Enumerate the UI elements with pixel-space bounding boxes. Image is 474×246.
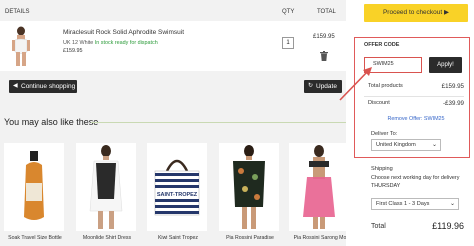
- total-products-label: Total products: [368, 83, 403, 89]
- recommendation-card[interactable]: Pia Rossini Sarong Mo: [289, 140, 349, 246]
- divider: [91, 122, 346, 123]
- total-label: Total: [371, 223, 386, 230]
- continue-shopping-label: Continue shopping: [21, 83, 76, 90]
- country-select[interactable]: United Kingdom ⌄: [371, 139, 441, 151]
- offer-code-input[interactable]: SWIM25: [364, 57, 422, 73]
- product-image[interactable]: [4, 143, 64, 231]
- checkout-label: Proceed to checkout: [382, 9, 443, 16]
- proceed-to-checkout-button[interactable]: Proceed to checkout ▶: [364, 4, 468, 22]
- update-label: Update: [316, 83, 337, 90]
- recommendation-card[interactable]: Pia Rossini Paradise: [219, 140, 279, 246]
- recommendation-caption[interactable]: Kiwi Saint Tropez: [147, 235, 209, 241]
- total-header: TOTAL: [317, 9, 336, 15]
- stock-status: In stock ready for dispatch: [94, 40, 158, 46]
- total-value: £119.96: [432, 221, 464, 231]
- shipping-method-value: First Class 1 - 3 Days: [376, 201, 430, 207]
- refresh-icon: ↻: [308, 83, 314, 89]
- product-image[interactable]: [5, 25, 37, 67]
- arrow-left-icon: ◀: [13, 83, 18, 89]
- recommendation-card[interactable]: Moonlide Shirt Dress: [76, 140, 136, 246]
- tote-print-text: SAINT-TROPEZ: [157, 192, 198, 198]
- recommendation-card[interactable]: SAINT-TROPEZ Kiwi Saint Tropez: [147, 140, 207, 246]
- recommendation-caption[interactable]: Soak Travel Size Bottle: [4, 235, 66, 241]
- recommendations-title: You may also like these: [4, 117, 99, 127]
- divider: [364, 96, 464, 97]
- recommendation-caption[interactable]: Moonlide Shirt Dress: [76, 235, 138, 241]
- cart-item-row: Miraclesuit Rock Solid Aphrodite Swimsui…: [0, 21, 346, 71]
- arrow-right-icon: ▶: [444, 9, 450, 16]
- trash-icon[interactable]: [320, 48, 328, 61]
- product-image[interactable]: SAINT-TROPEZ: [147, 143, 207, 231]
- chevron-down-icon: ⌄: [431, 142, 437, 148]
- product-size-colour: UK 12 White: [63, 40, 94, 46]
- discount-value: -£39.99: [443, 100, 464, 107]
- product-image[interactable]: [289, 143, 349, 231]
- shipping-method-select[interactable]: First Class 1 - 3 Days ⌄: [371, 198, 459, 210]
- order-summary-panel: Proceed to checkout ▶ OFFER CODE SWIM25 …: [346, 0, 474, 246]
- recommendation-card[interactable]: Soak Travel Size Bottle: [4, 140, 64, 246]
- discount-row: Discount -£39.99: [368, 100, 464, 107]
- discount-label: Discount: [368, 100, 390, 106]
- continue-shopping-button[interactable]: ◀ Continue shopping: [9, 80, 77, 93]
- country-value: United Kingdom: [376, 142, 416, 148]
- shipping-note: Choose next working day for delivery THU…: [371, 175, 460, 189]
- apply-button[interactable]: Apply!: [429, 57, 462, 73]
- product-meta: UK 12 White In stock ready for dispatch: [63, 40, 158, 46]
- recommendation-caption[interactable]: Pia Rossini Sarong Mo: [289, 235, 351, 241]
- total-products-value: £159.95: [441, 83, 464, 90]
- total-products-row: Total products £159.95: [368, 83, 464, 90]
- shipping-label: Shipping: [371, 166, 393, 172]
- qty-header: QTY: [282, 9, 295, 15]
- product-image[interactable]: [219, 143, 279, 231]
- recommendation-caption[interactable]: Pia Rossini Paradise: [219, 235, 281, 241]
- offer-code-label: OFFER CODE: [364, 42, 400, 48]
- chevron-down-icon: ⌄: [449, 201, 455, 207]
- deliver-to-label: Deliver To:: [371, 131, 398, 137]
- cart-panel: DETAILS QTY TOTAL Miraclesuit Rock Solid…: [0, 0, 349, 246]
- update-button[interactable]: ↻ Update: [304, 80, 342, 93]
- line-total: £159.95: [313, 34, 335, 40]
- remove-offer-link[interactable]: Remove Offer: SWIM25: [376, 116, 456, 122]
- quantity-input[interactable]: 1: [282, 37, 294, 49]
- details-header: DETAILS: [5, 9, 30, 15]
- product-price: £159.95: [63, 48, 83, 54]
- product-image[interactable]: [76, 143, 136, 231]
- product-name[interactable]: Miraclesuit Rock Solid Aphrodite Swimsui…: [63, 29, 184, 36]
- cart-header: DETAILS QTY TOTAL: [0, 4, 346, 20]
